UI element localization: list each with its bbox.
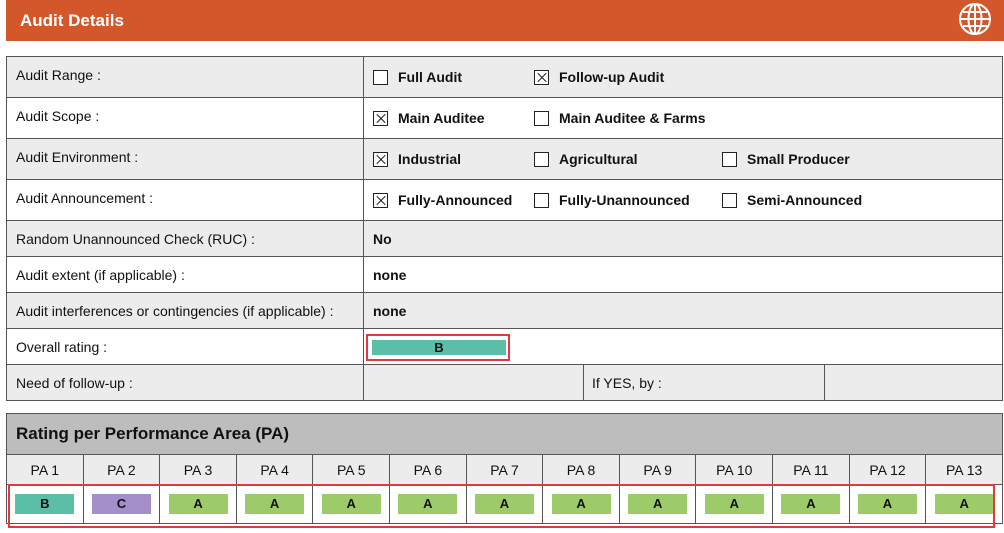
option-semi-announced[interactable]: Semi-Announced [722,192,862,208]
row-audit-scope: Audit Scope : Main Auditee Main Auditee … [6,97,1003,139]
pa-rating-cell: A [925,484,1003,524]
audit-scope-label: Audit Scope : [6,97,364,139]
page-title: Audit Details [20,10,124,30]
pa-rating-cell: A [159,484,237,524]
option-fully-announced[interactable]: Fully-Announced [373,192,534,208]
audit-announcement-label: Audit Announcement : [6,179,364,221]
row-audit-announcement: Audit Announcement : Fully-Announced Ful… [6,179,1003,221]
overall-rating-highlight: B [366,334,510,361]
audit-details-header: Audit Details [6,0,1004,41]
pa-rating-badge: A [781,494,841,514]
pa-rating-badge: A [704,494,764,514]
checkbox-industrial[interactable] [373,151,388,167]
pa-rating-row: BCAAAAAAAAAAA [6,484,1003,524]
need-follow-up-label: Need of follow-up : [6,364,364,401]
row-need-follow-up: Need of follow-up : If YES, by : [6,364,1003,401]
pa-rating-cell: A [312,484,391,524]
pa-rating-badge: A [628,494,688,514]
checkbox-agricultural[interactable] [534,151,549,167]
audit-extent-value: none [363,256,1003,293]
overall-rating-label: Overall rating : [6,328,364,365]
checkbox-fully-unannounced[interactable] [534,192,549,208]
pa-rating-cell: A [618,484,697,524]
audit-environment-label: Audit Environment : [6,138,364,180]
if-yes-label: If YES, by : [584,365,825,400]
pa-rating-cell: A [772,484,850,524]
pa-rating-badge: A [858,494,917,514]
audit-interferences-value: none [363,292,1003,329]
row-audit-environment: Audit Environment : Industrial Agricultu… [6,138,1003,180]
option-main-auditee-farms[interactable]: Main Auditee & Farms [534,110,706,126]
pa-header-cell: PA 7 [465,454,544,485]
pa-rating-badge: A [398,494,458,514]
checkbox-fully-announced[interactable] [373,192,388,208]
pa-header-cell: PA 12 [848,454,927,485]
audit-interferences-label: Audit interferences or contingencies (if… [6,292,364,329]
pa-header-cell: PA 3 [159,454,237,485]
pa-header-cell: PA 2 [82,454,161,485]
pa-header-cell: PA 11 [772,454,850,485]
pa-rating-cell: A [695,484,774,524]
if-yes-value [825,365,1002,400]
pa-rating-cell: A [542,484,620,524]
pa-rating-cell: B [6,484,84,524]
checkbox-follow-up-audit[interactable] [534,69,549,85]
audit-range-label: Audit Range : [6,56,364,98]
pa-header-cell: PA 4 [235,454,314,485]
ruc-label: Random Unannounced Check (RUC) : [6,220,364,257]
checkbox-small-producer[interactable] [722,151,737,167]
option-full-audit[interactable]: Full Audit [373,69,534,85]
globe-icon[interactable] [958,2,992,36]
pa-section-title: Rating per Performance Area (PA) [6,413,1003,455]
audit-extent-label: Audit extent (if applicable) : [6,256,364,293]
pa-rating-badge: B [15,494,75,514]
pa-rating-cell: A [848,484,927,524]
option-main-auditee[interactable]: Main Auditee [373,110,534,126]
option-industrial[interactable]: Industrial [373,151,534,167]
row-audit-range: Audit Range : Full Audit Follow-up Audit [6,56,1003,98]
pa-rating-cell: A [389,484,467,524]
pa-header-cell: PA 6 [389,454,467,485]
pa-header-cell: PA 10 [695,454,774,485]
pa-rating-table: Rating per Performance Area (PA) PA 1 PA … [6,413,1003,524]
checkbox-main-auditee-farms[interactable] [534,110,549,126]
pa-rating-badge: A [168,494,228,514]
row-audit-interferences: Audit interferences or contingencies (if… [6,292,1003,329]
checkbox-full-audit[interactable] [373,69,388,85]
pa-header-cell: PA 8 [542,454,620,485]
overall-rating-badge: B [372,340,506,355]
pa-rating-cell: C [82,484,161,524]
checkbox-main-auditee[interactable] [373,110,388,126]
ruc-value: No [363,220,1003,257]
checkbox-semi-announced[interactable] [722,192,737,208]
row-overall-rating: Overall rating : B [6,328,1003,365]
option-follow-up-audit[interactable]: Follow-up Audit [534,69,664,85]
option-agricultural[interactable]: Agricultural [534,151,722,167]
pa-rating-cell: A [465,484,544,524]
row-ruc: Random Unannounced Check (RUC) : No [6,220,1003,257]
option-fully-unannounced[interactable]: Fully-Unannounced [534,192,722,208]
pa-rating-badge: A [551,494,611,514]
pa-rating-badge: A [474,494,534,514]
pa-rating-badge: A [245,494,305,514]
pa-rating-cell: A [235,484,314,524]
row-audit-extent: Audit extent (if applicable) : none [6,256,1003,293]
audit-details-table: Audit Range : Full Audit Follow-up Audit… [6,56,1003,401]
pa-header-cell: PA 9 [618,454,697,485]
pa-rating-badge: A [321,494,381,514]
follow-up-value [364,365,584,400]
pa-header-cell: PA 1 [6,454,84,485]
pa-header-cell: PA 5 [312,454,391,485]
option-small-producer[interactable]: Small Producer [722,151,850,167]
pa-rating-badge: A [934,494,994,514]
pa-header-cell: PA 13 [925,454,1003,485]
pa-rating-badge: C [91,494,151,514]
pa-header-row: PA 1 PA 2 PA 3 PA 4 PA 5 PA 6 PA 7 PA 8 PA 9 PA 1… [6,454,1003,485]
